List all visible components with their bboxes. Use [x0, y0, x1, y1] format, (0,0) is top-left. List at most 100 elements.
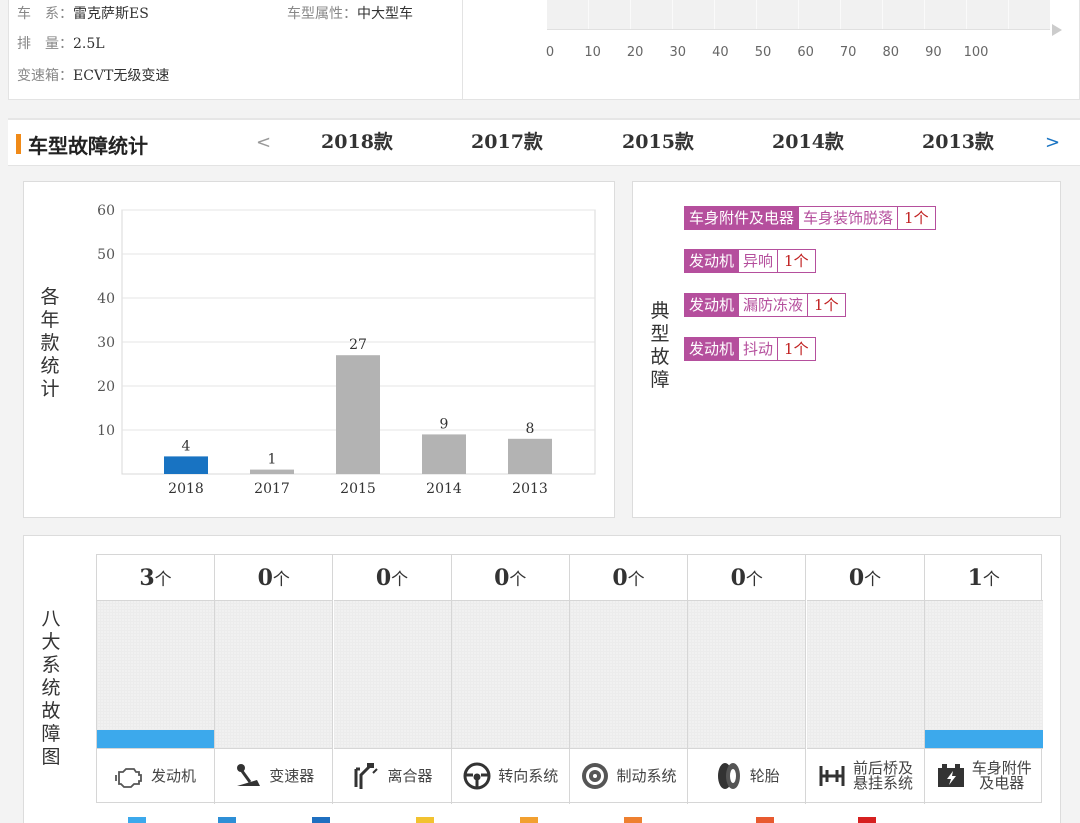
- system-label: 变速器: [215, 748, 333, 803]
- page: 车 系：雷克萨斯ES 车型属性：中大型车 排 量：2.5L 变速箱：ECVT无级…: [0, 0, 1080, 823]
- system-count-value: 0: [848, 565, 865, 591]
- system-column[interactable]: 3个 发动机: [97, 555, 215, 804]
- tab-prev-arrow-icon[interactable]: <: [256, 132, 271, 153]
- fault-description: 异响: [739, 249, 779, 273]
- tab-next-arrow-icon[interactable]: >: [1045, 132, 1060, 153]
- bar-2015: [336, 355, 380, 474]
- system-name: 变速器: [269, 766, 315, 785]
- fault-item[interactable]: 车身附件及电器 车身装饰脱落 1个: [684, 206, 936, 230]
- legend-swatch: [312, 817, 330, 823]
- system-count-unit: 个: [864, 570, 882, 590]
- system-name: 离合器: [387, 766, 433, 785]
- tire-icon: [714, 761, 744, 791]
- series-row: 车 系：雷克萨斯ES: [17, 4, 149, 24]
- system-count-unit: 个: [272, 570, 290, 590]
- system-count-value: 0: [730, 565, 746, 591]
- legend-swatch: [218, 817, 236, 823]
- system-count-unit: 个: [745, 570, 763, 590]
- fault-category: 发动机: [684, 249, 740, 273]
- car-info-panel: 车 系：雷克萨斯ES 车型属性：中大型车 排 量：2.5L 变速箱：ECVT无级…: [8, 0, 1080, 100]
- tab-2018[interactable]: 2018款: [296, 118, 418, 166]
- system-count: 0个: [215, 555, 333, 601]
- bar-value-label: 8: [526, 421, 535, 437]
- system-name: 转向系统: [498, 766, 559, 785]
- system-count: 0个: [806, 555, 924, 601]
- bar-value-label: 1: [268, 452, 277, 468]
- bar-2018: [164, 456, 208, 474]
- system-bar-area: [215, 601, 333, 748]
- system-bar-fill: [924, 730, 1043, 748]
- system-label: 车身附件 及电器: [924, 748, 1043, 803]
- year-bar-chart: 10 20 30 40 50 60 4 2018 1 2017 27 2015 9 2014 8 2013: [97, 203, 596, 497]
- x-tick-label: 2017: [254, 481, 290, 497]
- fault-item[interactable]: 发动机 抖动 1个: [684, 337, 816, 361]
- system-column[interactable]: 0个 离合器: [333, 555, 452, 804]
- system-column[interactable]: 0个 轮胎: [688, 555, 807, 804]
- typical-faults-label: 典型故障: [650, 300, 670, 391]
- scale-tick-label: 20: [626, 45, 644, 60]
- bar-2017: [250, 469, 294, 474]
- fault-item[interactable]: 发动机 漏防冻液 1个: [684, 293, 846, 317]
- x-tick-label: 2014: [426, 481, 462, 497]
- tab-2015[interactable]: 2015款: [597, 118, 719, 166]
- scale-tick-label: 10: [584, 45, 601, 60]
- y-tick-label: 50: [97, 247, 115, 263]
- system-name: 前后桥及 悬挂系统: [852, 759, 913, 792]
- system-name: 发动机: [150, 766, 196, 785]
- fault-count: 1个: [778, 249, 816, 273]
- scale-tick-label: 70: [839, 45, 857, 60]
- brake-disc-icon: [580, 761, 610, 791]
- system-count: 0个: [451, 555, 569, 601]
- series-value: 雷克萨斯ES: [73, 6, 149, 22]
- system-column[interactable]: 0个转向系统: [451, 555, 570, 804]
- battery-icon: [936, 761, 966, 791]
- bar-2014: [422, 434, 466, 474]
- system-bar-area: [451, 601, 569, 748]
- system-bar-area: [333, 601, 451, 748]
- fault-item[interactable]: 发动机 异响 1个: [684, 249, 816, 273]
- legend-swatch: [858, 817, 876, 823]
- system-bar-area: [97, 601, 214, 748]
- system-column[interactable]: 0个 制动系统: [570, 555, 688, 804]
- transmission-row: 变速箱：ECVT无级变速: [17, 66, 169, 86]
- system-label: 前后桥及 悬挂系统: [806, 748, 924, 803]
- system-count-value: 1: [967, 565, 983, 591]
- scale-tick-label: 60: [797, 45, 814, 60]
- year-stats-card: 各年款统计 10 20 30 40 50 60 4 2018 1 2017 27 2015 9 2014 8…: [23, 181, 615, 518]
- system-count: 0个: [688, 555, 806, 601]
- y-tick-label: 60: [97, 203, 115, 219]
- scale-tick-label: 50: [754, 45, 772, 60]
- scale-tick-label: 90: [925, 45, 942, 60]
- system-count-value: 0: [494, 565, 510, 591]
- attr-row: 车型属性：中大型车: [287, 4, 413, 24]
- typical-faults-card: 典型故障 车身附件及电器 车身装饰脱落 1个 发动机 异响 1个 发动机 漏防冻液 1个 发…: [632, 181, 1061, 518]
- bar-value-label: 4: [182, 438, 191, 454]
- scale-tick-label: 40: [712, 45, 729, 60]
- system-column[interactable]: 0个前后桥及 悬挂系统: [806, 555, 925, 804]
- transmission-label: 变速箱：: [17, 68, 73, 84]
- legend-swatch: [416, 817, 434, 823]
- scale-tick-label: 0: [545, 45, 555, 60]
- model-year-tabbar: 车型故障统计 < 2018款 2017款 2015款 2014款 2013款 >: [8, 118, 1080, 166]
- scale-tick-label: 80: [882, 45, 900, 60]
- fault-category: 发动机: [684, 337, 740, 361]
- tab-2013[interactable]: 2013款: [897, 118, 1019, 166]
- transmission-value: ECVT无级变速: [73, 68, 170, 84]
- system-bar-area: [924, 601, 1043, 748]
- tab-2014[interactable]: 2014款: [747, 118, 869, 166]
- clutch-pedal-icon: [351, 761, 381, 791]
- system-label: 发动机: [97, 748, 214, 803]
- legend-swatch: [624, 817, 642, 823]
- system-column[interactable]: 1个车身附件 及电器: [924, 555, 1043, 804]
- eight-systems-card: 八大系统故障图 3个 发动机 0个 变速器 0个 离合器 0个 转向系统 0个 制动系统 0个 轮胎 0…: [23, 535, 1061, 823]
- system-column[interactable]: 0个变速器: [215, 555, 334, 804]
- system-bar-area: [806, 601, 924, 748]
- system-count-unit: 个: [982, 570, 1000, 590]
- system-count: 0个: [570, 555, 687, 601]
- x-tick-label: 2013: [512, 481, 548, 497]
- tab-2017[interactable]: 2017款: [446, 118, 568, 166]
- y-tick-label: 10: [97, 423, 115, 439]
- fault-count: 1个: [898, 206, 936, 230]
- bar-value-label: 27: [349, 337, 367, 353]
- bar-value-label: 9: [440, 416, 449, 432]
